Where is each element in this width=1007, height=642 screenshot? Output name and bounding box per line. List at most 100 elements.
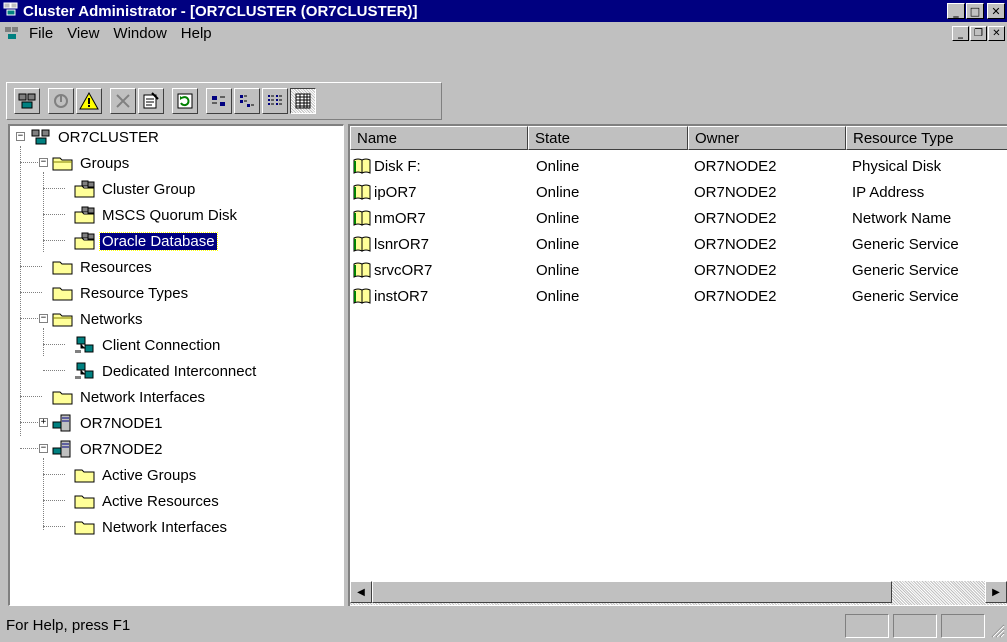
horizontal-scrollbar[interactable]: ◀ ▶ bbox=[350, 581, 1007, 605]
expand-node1-icon[interactable]: + bbox=[39, 418, 48, 427]
tree-item-node2[interactable]: OR7NODE2 bbox=[52, 438, 165, 460]
collapse-root-icon[interactable]: − bbox=[16, 132, 25, 141]
scroll-right-button[interactable]: ▶ bbox=[985, 581, 1007, 603]
resource-name-cell: srvcOR7 bbox=[350, 261, 530, 279]
status-panel bbox=[845, 613, 889, 638]
tree-label: Networks bbox=[80, 310, 143, 328]
resource-owner: OR7NODE2 bbox=[694, 209, 777, 227]
maximize-button[interactable]: □ bbox=[966, 3, 984, 19]
resource-name: instOR7 bbox=[374, 287, 429, 305]
table-row[interactable]: instOR7 Online OR7NODE2 Generic Service bbox=[350, 283, 1007, 309]
server-node-icon bbox=[52, 414, 74, 432]
resource-name-cell: Disk F: bbox=[350, 157, 530, 175]
resize-grip-icon[interactable] bbox=[989, 622, 1005, 638]
group-icon bbox=[74, 232, 96, 250]
details-view-icon bbox=[295, 93, 311, 109]
title-bar[interactable]: Cluster Administrator - [OR7CLUSTER (OR7… bbox=[0, 0, 1007, 22]
mdi-child-icon[interactable] bbox=[4, 25, 20, 41]
list-header: Name State Owner Resource Type bbox=[350, 126, 1007, 150]
resource-name: Disk F: bbox=[374, 157, 421, 175]
delete-icon bbox=[116, 94, 130, 108]
take-offline-button[interactable] bbox=[76, 88, 102, 114]
cluster-admin-app-icon[interactable] bbox=[3, 1, 19, 21]
refresh-icon bbox=[177, 93, 193, 109]
tree-item-active-groups[interactable]: Active Groups bbox=[74, 464, 198, 486]
folder-open-icon bbox=[52, 310, 74, 328]
resource-type: Physical Disk bbox=[852, 157, 942, 175]
menu-window[interactable]: Window bbox=[106, 25, 173, 42]
resource-online-icon bbox=[352, 183, 372, 201]
folder-open-icon bbox=[52, 154, 74, 172]
resource-type: IP Address bbox=[852, 183, 925, 201]
tree-item-networks[interactable]: Networks bbox=[52, 308, 145, 330]
tree-item-mscs-quorum-disk[interactable]: MSCS Quorum Disk bbox=[74, 204, 239, 226]
resource-name-cell: ipOR7 bbox=[350, 183, 530, 201]
resource-state: Online bbox=[536, 261, 580, 279]
column-header-owner[interactable]: Owner bbox=[688, 126, 846, 150]
status-panel bbox=[893, 613, 937, 638]
bring-online-icon bbox=[54, 94, 68, 108]
resource-name-cell: nmOR7 bbox=[350, 209, 530, 227]
network-icon bbox=[74, 362, 96, 380]
mdi-close-button[interactable]: ✕ bbox=[988, 25, 1005, 41]
tree-item-active-resources[interactable]: Active Resources bbox=[74, 490, 221, 512]
tree-item-network-interfaces[interactable]: Network Interfaces bbox=[52, 386, 207, 408]
table-row[interactable]: ipOR7 Online OR7NODE2 IP Address bbox=[350, 179, 1007, 205]
folder-icon bbox=[52, 284, 74, 302]
menu-file[interactable]: File bbox=[22, 25, 60, 42]
column-header-state[interactable]: State bbox=[528, 126, 688, 150]
mdi-minimize-button[interactable]: _ bbox=[952, 25, 969, 41]
bring-online-button[interactable] bbox=[48, 88, 74, 114]
folder-icon bbox=[52, 388, 74, 406]
properties-icon bbox=[143, 92, 159, 109]
menu-bar: File View Window Help _ ❐ ✕ bbox=[0, 22, 1007, 44]
refresh-button[interactable] bbox=[172, 88, 198, 114]
resource-name: ipOR7 bbox=[374, 183, 417, 201]
table-row[interactable]: Disk F: Online OR7NODE2 Physical Disk bbox=[350, 153, 1007, 179]
tree-item-dedicated-interconnect[interactable]: Dedicated Interconnect bbox=[74, 360, 258, 382]
resource-owner: OR7NODE2 bbox=[694, 287, 777, 305]
scroll-left-button[interactable]: ◀ bbox=[350, 581, 372, 603]
close-button[interactable]: ✕ bbox=[987, 3, 1005, 19]
tree-item-oracle-database[interactable]: Oracle Database bbox=[74, 230, 218, 252]
table-row[interactable]: nmOR7 Online OR7NODE2 Network Name bbox=[350, 205, 1007, 231]
delete-button[interactable] bbox=[110, 88, 136, 114]
menu-help[interactable]: Help bbox=[174, 25, 219, 42]
table-row[interactable]: lsnrOR7 Online OR7NODE2 Generic Service bbox=[350, 231, 1007, 257]
tree-label: Network Interfaces bbox=[80, 388, 206, 406]
list-view-button[interactable] bbox=[262, 88, 288, 114]
scroll-thumb[interactable] bbox=[372, 581, 892, 603]
minimize-button[interactable]: _ bbox=[947, 3, 965, 19]
cluster-tree-pane[interactable]: − − − + − OR7CLUSTER Groups Cluster Grou… bbox=[8, 124, 344, 606]
tree-item-node1[interactable]: OR7NODE1 bbox=[52, 412, 165, 434]
details-view-button[interactable] bbox=[290, 88, 316, 114]
status-panel bbox=[941, 613, 985, 638]
menu-view[interactable]: View bbox=[60, 25, 106, 42]
tree-item-client-connection[interactable]: Client Connection bbox=[74, 334, 222, 356]
open-connection-button[interactable] bbox=[14, 88, 40, 114]
resource-state: Online bbox=[536, 157, 580, 175]
properties-button[interactable] bbox=[138, 88, 164, 114]
resource-type: Generic Service bbox=[852, 235, 959, 253]
tree-item-resource-types[interactable]: Resource Types bbox=[52, 282, 190, 304]
column-header-resource-type[interactable]: Resource Type bbox=[846, 126, 1007, 150]
resource-list-pane[interactable]: Name State Owner Resource Type Disk F: On… bbox=[348, 124, 1007, 606]
tree-item-node2-network-interfaces[interactable]: Network Interfaces bbox=[74, 516, 229, 538]
collapse-networks-icon[interactable]: − bbox=[39, 314, 48, 323]
table-row[interactable]: srvcOR7 Online OR7NODE2 Generic Service bbox=[350, 257, 1007, 283]
resource-name: lsnrOR7 bbox=[374, 235, 430, 253]
collapse-groups-icon[interactable]: − bbox=[39, 158, 48, 167]
tree-item-cluster[interactable]: OR7CLUSTER bbox=[30, 126, 161, 148]
warning-icon bbox=[79, 91, 99, 110]
large-icons-button[interactable] bbox=[206, 88, 232, 114]
tree-item-groups[interactable]: Groups bbox=[52, 152, 131, 174]
resource-name: nmOR7 bbox=[374, 209, 426, 227]
resource-state: Online bbox=[536, 287, 580, 305]
collapse-node2-icon[interactable]: − bbox=[39, 444, 48, 453]
tree-label: Resource Types bbox=[80, 284, 189, 302]
tree-item-resources[interactable]: Resources bbox=[52, 256, 154, 278]
column-header-name[interactable]: Name bbox=[350, 126, 528, 150]
small-icons-button[interactable] bbox=[234, 88, 260, 114]
tree-item-cluster-group[interactable]: Cluster Group bbox=[74, 178, 197, 200]
mdi-restore-button[interactable]: ❐ bbox=[970, 25, 987, 41]
